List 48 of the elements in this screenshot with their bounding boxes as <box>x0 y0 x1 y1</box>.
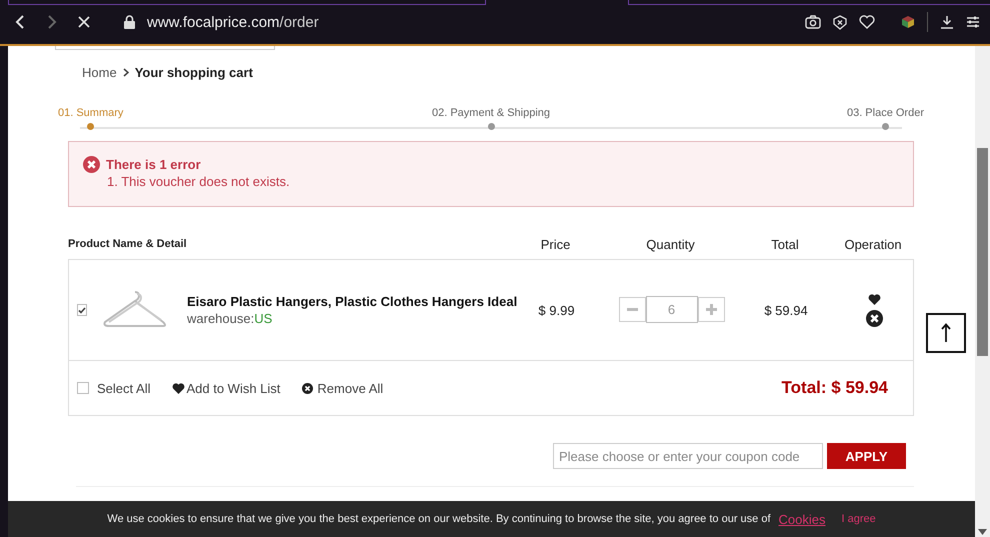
remove-icon <box>302 382 314 394</box>
error-title: There is 1 error <box>106 157 201 172</box>
error-message: 1. This voucher does not exists. <box>107 174 291 189</box>
shield-icon[interactable] <box>833 14 847 30</box>
apply-button[interactable]: APPLY <box>827 443 906 469</box>
column-header: Quantity <box>645 236 696 252</box>
grand-total: Total: $ 59.94 <box>782 378 888 398</box>
select-all-label[interactable]: Select All <box>97 380 150 396</box>
settings-icon[interactable] <box>966 15 980 29</box>
column-header: Operation <box>843 236 903 252</box>
cookie-text: We use cookies to ensure that we give you the best experience on our website. By continuing to browse the site, you agree to our use of <box>107 513 771 525</box>
heart-icon[interactable] <box>859 15 875 29</box>
plus-icon <box>706 304 716 315</box>
remove-icon[interactable] <box>866 310 882 326</box>
lock-icon <box>124 15 135 29</box>
download-icon[interactable] <box>940 15 954 29</box>
step-label: 02. Payment & Shipping <box>432 107 550 119</box>
close-icon[interactable] <box>78 16 90 28</box>
checkbox[interactable] <box>77 304 87 316</box>
minus-icon <box>626 308 638 311</box>
add-to-wish-list-link[interactable]: Add to Wish List <box>172 380 280 396</box>
price-text: $ 9.99 <box>537 302 576 318</box>
step-label: 01. Summary <box>58 107 124 119</box>
product-name[interactable]: Eisaro Plastic Hangers, Plastic Clothes Hangers Ideal <box>187 294 518 309</box>
scrollbar-thumb[interactable] <box>977 148 988 356</box>
total-text: $ 59.94 <box>763 302 809 318</box>
breadcrumb-link[interactable]: Home <box>82 65 117 80</box>
scroll-down-icon[interactable] <box>978 529 987 535</box>
step-label: 03. Place Order <box>846 107 924 119</box>
address-bar[interactable]: www.focalprice.com/order <box>147 14 319 30</box>
back-icon[interactable] <box>14 14 26 30</box>
forward-icon[interactable] <box>46 14 58 30</box>
breadcrumb-current: Your shopping cart <box>134 65 253 80</box>
back-to-top-button[interactable] <box>926 313 966 353</box>
warehouse-text: warehouse:US <box>187 311 274 326</box>
heart-icon[interactable] <box>868 294 880 304</box>
column-header: Total <box>770 236 800 252</box>
up-arrow-icon <box>941 323 951 343</box>
error-icon <box>83 156 100 173</box>
checkbox[interactable] <box>77 382 89 394</box>
camera-icon[interactable] <box>805 15 821 29</box>
coupon-field[interactable]: Please choose or enter your coupon code <box>553 443 823 469</box>
cube-icon[interactable] <box>901 15 915 29</box>
chevron-icon <box>122 68 129 77</box>
column-header: Product Name & Detail <box>68 238 188 250</box>
column-header: Price <box>540 236 572 252</box>
heart-icon <box>172 382 186 394</box>
remove-all-link[interactable]: Remove All <box>302 380 384 396</box>
